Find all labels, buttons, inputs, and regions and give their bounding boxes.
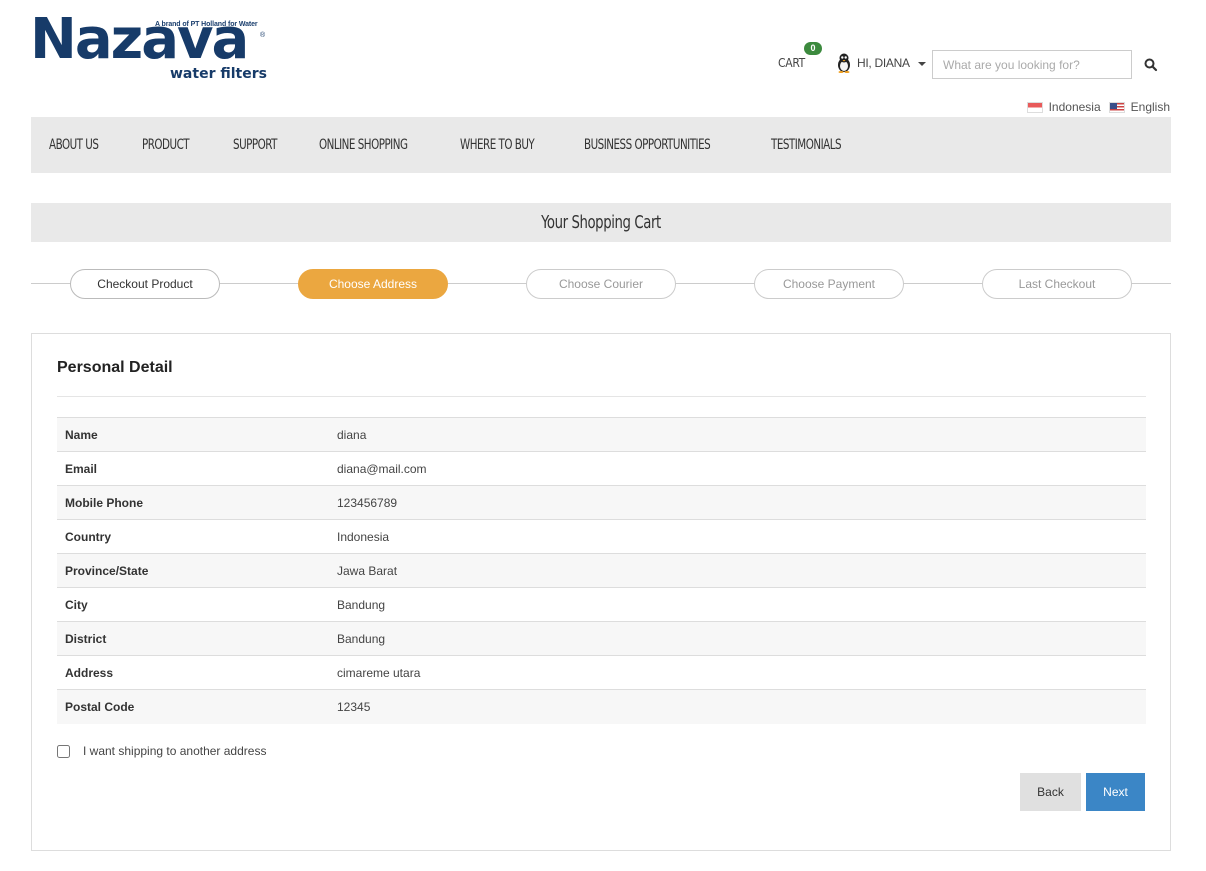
step-checkout-product[interactable]: Checkout Product (70, 269, 220, 299)
step-choose-courier[interactable]: Choose Courier (526, 269, 676, 299)
main-nav: ABOUT US PRODUCT SUPPORT ONLINE SHOPPING… (31, 117, 1171, 173)
next-button[interactable]: Next (1086, 773, 1145, 811)
table-row: Province/State Jawa Barat (57, 553, 1146, 588)
row-label: Mobile Phone (57, 485, 329, 520)
language-label: English (1130, 100, 1170, 114)
nav-item-support[interactable]: SUPPORT (233, 137, 277, 153)
row-value: Bandung (329, 621, 1146, 656)
row-value: Jawa Barat (329, 553, 1146, 588)
row-value: 12345 (329, 689, 1146, 724)
ship-another-address-option[interactable]: I want shipping to another address (57, 744, 266, 758)
personal-detail-table: Name diana Email diana@mail.com Mobile Pho… (57, 417, 1146, 724)
us-flag-icon (1108, 101, 1125, 113)
search-input[interactable] (932, 50, 1132, 79)
step-choose-address[interactable]: Choose Address (298, 269, 448, 299)
table-row: Postal Code 12345 (57, 689, 1146, 724)
panel-divider (57, 396, 1146, 397)
row-value: diana@mail.com (329, 451, 1146, 486)
user-greeting: HI, DIANA (857, 56, 910, 70)
nav-item-about-us[interactable]: ABOUT US (49, 137, 99, 153)
row-value: 123456789 (329, 485, 1146, 520)
caret-down-icon (917, 62, 926, 66)
ship-another-address-label: I want shipping to another address (83, 744, 267, 758)
step-last-checkout[interactable]: Last Checkout (982, 269, 1132, 299)
ship-another-address-checkbox[interactable] (57, 744, 70, 758)
table-row: Email diana@mail.com (57, 451, 1146, 486)
row-label: District (57, 621, 329, 656)
cart-link[interactable]: CART (778, 56, 805, 70)
page-title: Your Shopping Cart (541, 212, 661, 233)
row-label: Province/State (57, 553, 329, 588)
logo-wordmark: Nazava (30, 7, 249, 72)
row-value: diana (329, 417, 1146, 452)
nav-item-testimonials[interactable]: TESTIMONIALS (771, 137, 842, 153)
back-button[interactable]: Back (1020, 773, 1081, 811)
panel-title: Personal Detail (57, 359, 173, 376)
row-label: Country (57, 519, 329, 554)
logo-subtitle: water filters (170, 66, 267, 82)
table-row: District Bandung (57, 621, 1146, 656)
language-english[interactable]: English (1108, 100, 1170, 114)
row-value: cimareme utara (329, 655, 1146, 690)
table-row: City Bandung (57, 587, 1146, 622)
personal-detail-panel: Personal Detail Name diana Email diana@mai… (31, 333, 1171, 851)
row-value: Indonesia (329, 519, 1146, 554)
nav-item-business-opportunities[interactable]: BUSINESS OPPORTUNITIES (584, 137, 711, 153)
page-title-bar: Your Shopping Cart (31, 203, 1171, 242)
indonesia-flag-icon (1026, 101, 1043, 113)
language-switcher: Indonesia English (1026, 100, 1170, 114)
row-label: City (57, 587, 329, 622)
nav-item-product[interactable]: PRODUCT (142, 137, 190, 153)
language-indonesia[interactable]: Indonesia (1026, 100, 1101, 114)
nav-item-where-to-buy[interactable]: WHERE TO BUY (460, 137, 535, 153)
row-label: Address (57, 655, 329, 690)
table-row: Country Indonesia (57, 519, 1146, 554)
row-label: Name (57, 417, 329, 452)
table-row: Address cimareme utara (57, 655, 1146, 690)
step-choose-payment[interactable]: Choose Payment (754, 269, 904, 299)
user-menu[interactable]: HI, DIANA (836, 53, 926, 73)
cart-count-badge: 0 (804, 42, 822, 55)
nazava-logo[interactable]: A brand of PT Holland for Water Nazava ®… (30, 12, 270, 84)
table-row: Name diana (57, 417, 1146, 452)
row-label: Postal Code (57, 689, 329, 724)
search-icon[interactable] (1142, 56, 1160, 74)
language-label: Indonesia (1048, 100, 1101, 114)
penguin-avatar-icon (836, 53, 852, 73)
logo-registered-mark: ® (260, 32, 266, 39)
nav-item-online-shopping[interactable]: ONLINE SHOPPING (319, 137, 408, 153)
table-row: Mobile Phone 123456789 (57, 485, 1146, 520)
row-label: Email (57, 451, 329, 486)
row-value: Bandung (329, 587, 1146, 622)
